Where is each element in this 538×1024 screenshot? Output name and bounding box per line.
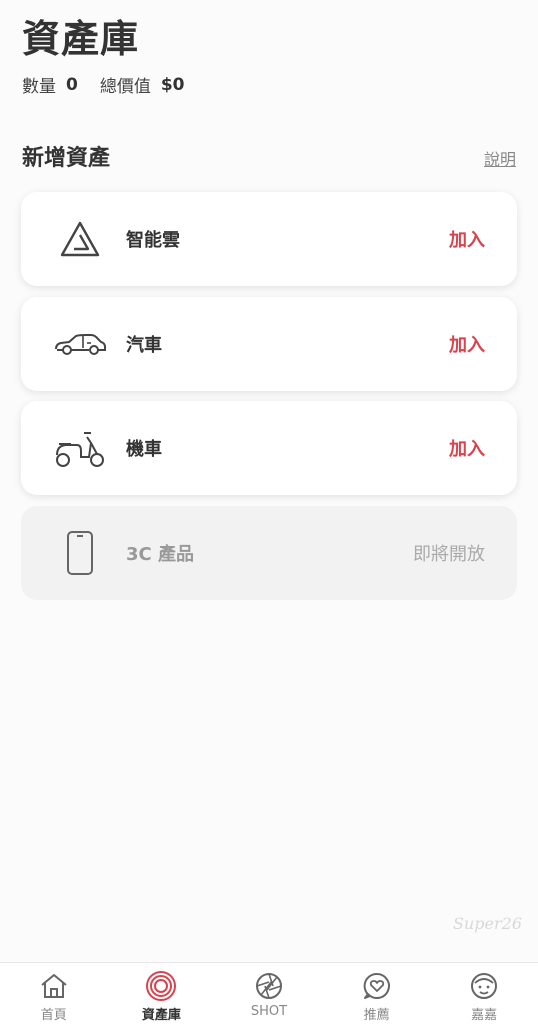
- scooter-icon: [48, 423, 112, 473]
- total-value: $0: [160, 74, 185, 95]
- asset-name: 汽車: [126, 335, 162, 356]
- tab-label: 資產庫: [141, 1008, 181, 1023]
- asset-card-3c: 3C 產品 即將開放: [21, 506, 517, 600]
- tab-recommend[interactable]: 推薦: [323, 963, 431, 1024]
- bottom-tab-bar: 首頁 資產庫 SHOT 推薦 嘉嘉: [0, 962, 538, 1024]
- quantity-value: 0: [66, 74, 78, 95]
- avatar-face-icon: [467, 971, 501, 1001]
- page-title: 資產庫: [22, 17, 140, 61]
- smart-cloud-icon: [48, 214, 112, 264]
- quantity-label: 數量: [22, 77, 56, 97]
- asset-card-scooter[interactable]: 機車 加入: [21, 401, 517, 495]
- tab-label: 推薦: [363, 1008, 390, 1023]
- tab-label: 嘉嘉: [471, 1008, 498, 1023]
- coming-soon-label: 即將開放: [413, 544, 485, 565]
- asset-name: 3C 產品: [126, 544, 195, 565]
- tab-asset-library[interactable]: 資產庫: [108, 963, 216, 1024]
- asset-name: 機車: [126, 439, 162, 460]
- section-title: 新增資產: [22, 146, 111, 171]
- tab-label: 首頁: [40, 1008, 67, 1023]
- asset-name: 智能雲: [126, 230, 180, 251]
- heart-chat-icon: [360, 971, 394, 1001]
- home-icon: [37, 971, 71, 1001]
- add-button[interactable]: 加入: [449, 226, 485, 252]
- tab-label: SHOT: [250, 1004, 288, 1019]
- tab-profile[interactable]: 嘉嘉: [430, 963, 538, 1024]
- tab-home[interactable]: 首頁: [0, 963, 108, 1024]
- shutter-icon: [252, 971, 286, 1001]
- total-value-label: 總價值: [99, 77, 151, 97]
- asset-library-icon: [144, 971, 178, 1001]
- tab-shot[interactable]: SHOT: [215, 963, 323, 1024]
- asset-library-page: 資產庫 數量 0 總價值 $0 新增資產 說明 智能雲 加入 汽車 加入 機車 …: [0, 0, 538, 1024]
- car-icon: [48, 319, 112, 369]
- asset-stats: 數量 0 總價值 $0: [22, 72, 207, 98]
- asset-card-smart-cloud[interactable]: 智能雲 加入: [21, 192, 517, 286]
- phone-icon: [48, 528, 112, 578]
- watermark: Super26: [453, 914, 522, 933]
- help-link[interactable]: 說明: [484, 146, 516, 170]
- asset-card-car[interactable]: 汽車 加入: [21, 297, 517, 391]
- add-button[interactable]: 加入: [449, 435, 485, 461]
- add-button[interactable]: 加入: [449, 331, 485, 357]
